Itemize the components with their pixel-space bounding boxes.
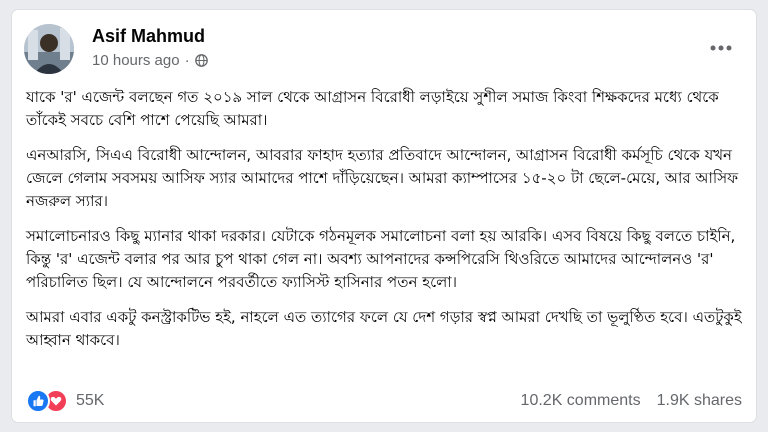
comments-count-link[interactable]: 10.2K comments [521,392,641,410]
post-paragraph: আমরা এবার একটু কনস্ট্রাকটিভ হই, নাহলে এত… [26,308,742,349]
post-header: Asif Mahmud 10 hours ago · [24,24,744,76]
like-icon [26,389,50,413]
post-footer: 55K 10.2K comments 1.9K shares [26,388,742,414]
post-meta: 10 hours ago · [92,52,208,69]
engagement-stats: 10.2K comments 1.9K shares [521,392,742,410]
reactions-summary[interactable]: 55K [26,389,104,413]
more-options-icon [710,45,732,51]
separator-dot: · [184,52,190,69]
facebook-post-card: Asif Mahmud 10 hours ago · যাকে 'র' এজেন… [12,10,756,422]
reaction-count: 55K [76,392,105,409]
post-paragraph: সমালোচনারও কিছু ম্যানার থাকা দরকার। যেটা… [26,227,736,291]
shares-count-link[interactable]: 1.9K shares [657,392,742,410]
more-options-button[interactable] [706,38,736,58]
author-name[interactable]: Asif Mahmud [92,26,205,47]
post-paragraph: এনআরসি, সিএএ বিরোধী আন্দোলন, আবরার ফাহাদ… [26,146,739,210]
profile-photo-icon [24,24,74,74]
globe-icon[interactable] [194,54,208,67]
avatar[interactable] [24,24,74,74]
post-paragraph: যাকে 'র' এজেন্ট বলছেন গত ২০১৯ সাল থেকে আ… [26,88,719,129]
post-body: যাকে 'র' এজেন্ট বলছেন গত ২০১৯ সাল থেকে আ… [26,86,742,364]
post-timestamp[interactable]: 10 hours ago [92,52,180,69]
